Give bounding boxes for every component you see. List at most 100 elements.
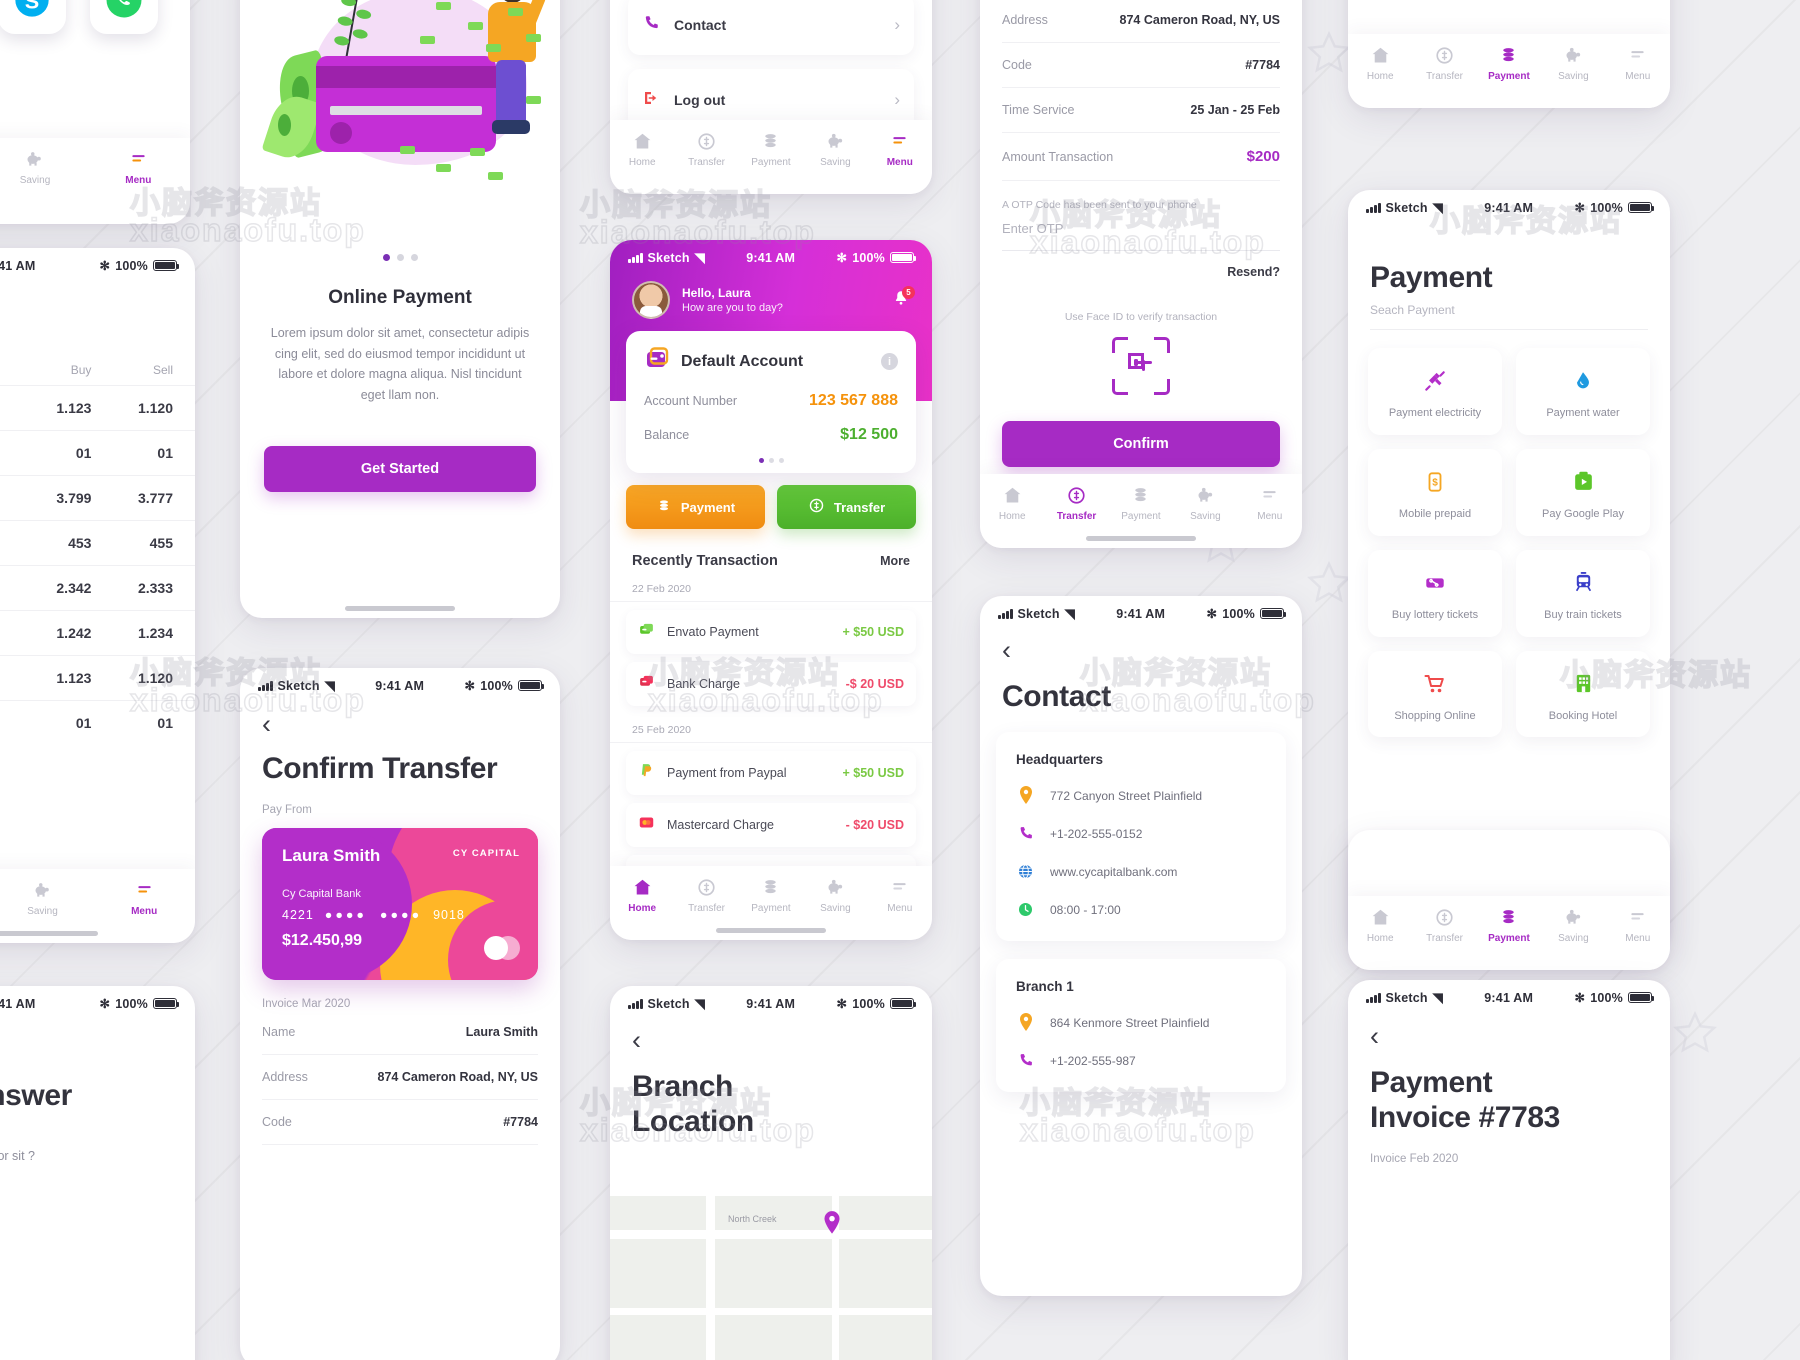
tab-transfer[interactable]: Transfer xyxy=(674,130,738,168)
phone-icon xyxy=(642,14,660,35)
row-value: #7784 xyxy=(503,1115,538,1129)
map-pin-icon[interactable] xyxy=(822,1210,842,1236)
status-time: 9:41 AM xyxy=(746,250,796,265)
tab-menu[interactable]: Menu xyxy=(1606,906,1670,944)
tab-saving[interactable]: Saving xyxy=(803,876,867,914)
face-id-icon[interactable] xyxy=(1112,337,1170,395)
get-started-button[interactable]: Get Started xyxy=(264,445,536,492)
transaction-row[interactable]: Payment from Paypal + $50 USD xyxy=(626,751,916,795)
branch-address-row[interactable]: 864 Kenmore Street Plainfield xyxy=(1016,1013,1266,1032)
map-label: North Creek xyxy=(728,1214,777,1224)
branch-phone: +1-202-555-987 xyxy=(1050,1053,1136,1068)
onboarding-illustration xyxy=(240,0,560,248)
piggy-bank-icon xyxy=(24,148,45,170)
transactions-title: Recently Transaction xyxy=(632,553,778,569)
search-placeholder: Seach Payment xyxy=(1370,303,1455,317)
search-input[interactable]: Seach Payment xyxy=(1370,303,1648,330)
payment-tile[interactable]: Payment water xyxy=(1516,348,1650,435)
tab-transfer[interactable]: Transfer xyxy=(1412,44,1476,82)
card-brand: CY CAPITAL xyxy=(452,848,520,859)
whatsapp-icon[interactable] xyxy=(90,0,158,34)
transfer-action-button[interactable]: Transfer xyxy=(777,485,916,529)
tab-home[interactable]: Home xyxy=(610,130,674,168)
payment-tile[interactable]: $ Mobile prepaid xyxy=(1368,448,1502,536)
tab-saving[interactable]: Saving xyxy=(1173,484,1237,522)
back-button[interactable]: ‹ xyxy=(1370,1023,1648,1050)
payment-tile[interactable]: Booking Hotel xyxy=(1516,650,1650,738)
tab-menu[interactable]: Menu xyxy=(868,130,932,168)
tab-menu[interactable]: Menu xyxy=(114,879,175,917)
tab-label: Transfer xyxy=(1426,933,1464,944)
transaction-row[interactable]: Mastercard Charge - $20 USD xyxy=(626,803,916,847)
payment-action-button[interactable]: Payment xyxy=(626,485,765,529)
tab-saving[interactable]: Saving xyxy=(4,148,66,186)
resend-link[interactable]: Resend? xyxy=(1002,251,1280,279)
location-pin-icon xyxy=(1016,1013,1035,1032)
credit-card[interactable]: Laura Smith CY CAPITAL Cy Capital Bank 4… xyxy=(262,828,538,980)
cell-sell: 3.777 xyxy=(137,490,173,506)
hq-website-row[interactable]: www.cycapitalbank.com xyxy=(1016,862,1266,881)
tab-payment[interactable]: Payment xyxy=(739,876,803,914)
tab-saving[interactable]: Saving xyxy=(12,879,73,917)
otp-input[interactable]: Enter OTP xyxy=(1002,211,1280,251)
tab-payment[interactable]: Payment xyxy=(739,130,803,168)
more-link[interactable]: More xyxy=(880,554,910,568)
tab-transfer[interactable]: Transfer xyxy=(1412,906,1476,944)
transaction-row[interactable]: Bank Charge -$ 20 USD xyxy=(626,662,916,706)
cell-buy: 01 xyxy=(75,445,92,461)
cell-sell: 1.120 xyxy=(137,670,173,686)
status-bar: Sketch ◥ 9:41 AM ✻ 100% xyxy=(980,596,1302,623)
tab-home[interactable]: Home xyxy=(610,876,674,914)
branch-phone-row[interactable]: +1-202-555-987 xyxy=(1016,1051,1266,1070)
menu-item-contact[interactable]: Contact › xyxy=(628,0,914,55)
back-button[interactable]: ‹ xyxy=(632,1027,910,1054)
tab-home[interactable]: Home xyxy=(1348,44,1412,82)
hq-website: www.cycapitalbank.com xyxy=(1050,864,1178,879)
back-button[interactable]: ‹ xyxy=(1002,637,1280,664)
payment-tile[interactable]: Pay Google Play xyxy=(1516,448,1650,536)
tab-label: Transfer xyxy=(688,157,726,168)
chevron-right-icon: › xyxy=(894,14,900,34)
payment-tile[interactable]: Buy lottery tickets xyxy=(1368,549,1502,637)
tab-menu[interactable]: Menu xyxy=(868,876,932,914)
coins-icon xyxy=(760,876,781,898)
info-icon[interactable]: i xyxy=(881,353,898,370)
tab-menu[interactable]: Menu xyxy=(1606,44,1670,82)
battery-icon xyxy=(1628,202,1655,213)
back-button[interactable]: ‹ xyxy=(262,711,538,738)
map-canvas[interactable]: North Creek xyxy=(610,1196,932,1360)
tab-home[interactable]: Home xyxy=(1348,906,1412,944)
tab-transfer[interactable]: Transfer xyxy=(674,876,738,914)
tab-home[interactable]: Home xyxy=(980,484,1044,522)
avatar[interactable] xyxy=(632,281,670,319)
tab-label: Transfer xyxy=(688,903,726,914)
notification-bell-icon[interactable]: 5 xyxy=(892,285,915,312)
tab-menu[interactable]: Menu xyxy=(107,148,169,186)
tab-saving[interactable]: Saving xyxy=(1541,44,1605,82)
payment-tile[interactable]: Payment electricity xyxy=(1368,348,1502,435)
confirm-button[interactable]: Confirm xyxy=(1002,421,1280,467)
payment-tile-label: Mobile prepaid xyxy=(1398,507,1472,520)
skype-icon[interactable]: S xyxy=(0,0,66,34)
tab-payment[interactable]: Payment xyxy=(1109,484,1173,522)
table-row: 3.799 3.777 xyxy=(0,475,195,520)
tab-saving[interactable]: Saving xyxy=(1541,906,1605,944)
tab-saving[interactable]: Saving xyxy=(803,130,867,168)
menu-item-label: Contact xyxy=(674,16,727,33)
tab-transfer[interactable]: Transfer xyxy=(1044,484,1108,522)
hq-address-row[interactable]: 772 Canyon Street Plainfield xyxy=(1016,786,1266,805)
status-time: 9:41 AM xyxy=(0,258,36,273)
transaction-row[interactable]: Envato Payment + $50 USD xyxy=(626,610,916,654)
tab-label: Transfer xyxy=(1426,71,1464,82)
tab-payment[interactable]: Payment xyxy=(1477,906,1541,944)
payment-tile[interactable]: Shopping Online xyxy=(1368,650,1502,738)
default-account-card[interactable]: Default Account i Account Number 123 567… xyxy=(626,331,916,473)
hq-phone-row[interactable]: +1-202-555-0152 xyxy=(1016,824,1266,843)
battery-icon xyxy=(890,998,917,1009)
invoice-label: Invoice Mar 2020 xyxy=(262,998,351,1010)
bluetooth-icon: ✻ xyxy=(99,997,111,1011)
headquarters-title: Headquarters xyxy=(1016,752,1104,767)
payment-tile[interactable]: Buy train tickets xyxy=(1516,549,1650,637)
tab-payment[interactable]: Payment xyxy=(1477,44,1541,82)
tab-menu[interactable]: Menu xyxy=(1238,484,1302,522)
